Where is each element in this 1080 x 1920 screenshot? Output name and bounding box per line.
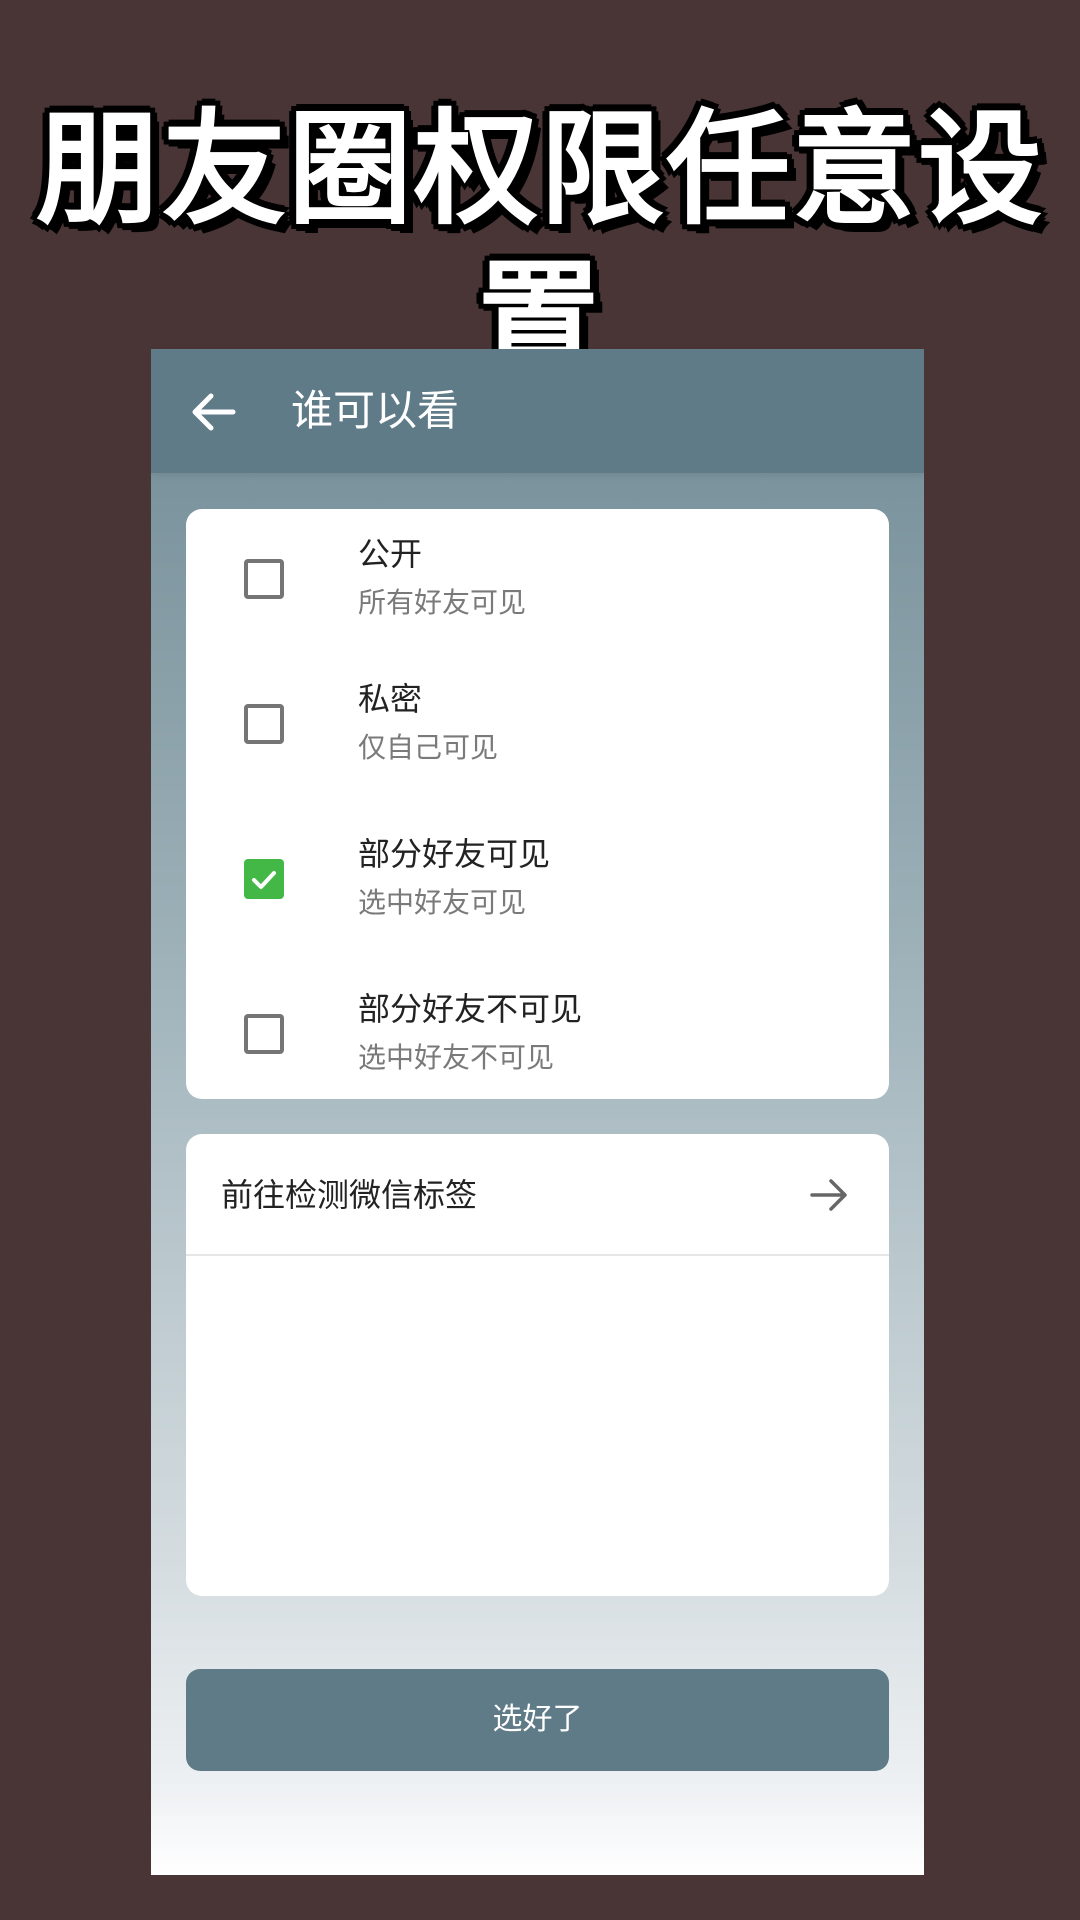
option-subtitle: 选中好友可见 — [358, 886, 527, 919]
app-bar: 谁可以看 — [151, 349, 924, 473]
arrow-left-icon[interactable] — [189, 391, 237, 433]
option-title: 部分好友不可见 — [358, 990, 583, 1028]
arrow-right-icon — [810, 1179, 847, 1211]
checkmark-icon — [252, 871, 276, 889]
visibility-options-card: 公开 所有好友可见 私密 仅自己可见 部分好友可见 选中好友可见 部分好友不可见… — [186, 509, 889, 1099]
option-partial-visible[interactable]: 部分好友可见 选中好友可见 — [186, 809, 889, 949]
option-subtitle: 所有好友可见 — [358, 586, 527, 619]
option-public[interactable]: 公开 所有好友可见 — [186, 509, 889, 649]
check-wechat-tags-row[interactable]: 前往检测微信标签 — [186, 1134, 889, 1256]
phone-screen: 谁可以看 公开 所有好友可见 私密 仅自己可见 部分好友可见 选中好友可见 部分… — [151, 349, 924, 1875]
option-private[interactable]: 私密 仅自己可见 — [186, 654, 889, 794]
option-partial-invisible[interactable]: 部分好友不可见 选中好友不可见 — [186, 964, 889, 1104]
checkbox[interactable] — [244, 704, 284, 744]
tag-row-label: 前往检测微信标签 — [221, 1176, 478, 1214]
checkbox[interactable] — [244, 559, 284, 599]
checkbox-checked[interactable] — [244, 859, 284, 899]
tag-card: 前往检测微信标签 — [186, 1134, 889, 1596]
option-title: 部分好友可见 — [358, 835, 551, 873]
option-subtitle: 仅自己可见 — [358, 731, 499, 764]
option-title: 公开 — [358, 535, 423, 573]
option-subtitle: 选中好友不可见 — [358, 1041, 555, 1074]
confirm-button[interactable]: 选好了 — [186, 1669, 889, 1771]
option-title: 私密 — [358, 680, 423, 718]
checkbox[interactable] — [244, 1014, 284, 1054]
page-title: 谁可以看 — [291, 386, 460, 435]
